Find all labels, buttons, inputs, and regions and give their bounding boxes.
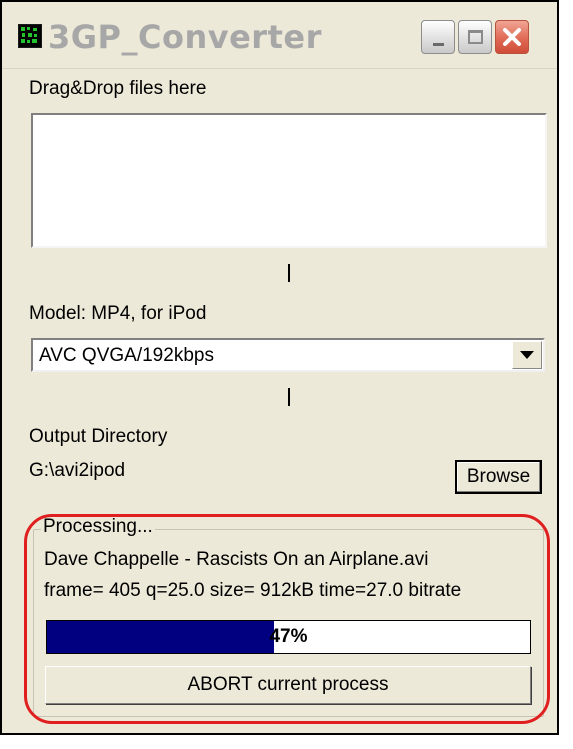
- app-icon: [18, 24, 42, 48]
- dropzone-label: Drag&Drop files here: [29, 78, 207, 99]
- maximize-icon: [467, 30, 483, 44]
- minimize-icon: [432, 42, 444, 46]
- app-window: 3GP_Converter Drag&Drop files here Model…: [0, 0, 559, 735]
- format-select-value: AVC QVGA/192kbps: [39, 345, 214, 366]
- format-select[interactable]: AVC QVGA/192kbps: [31, 338, 545, 372]
- separator-tick: [288, 388, 290, 406]
- window-title: 3GP_Converter: [48, 18, 322, 56]
- processing-status-line: frame= 405 q=25.0 size= 912kB time=27.0 …: [44, 580, 462, 601]
- minimize-button[interactable]: [421, 20, 455, 54]
- close-button[interactable]: [495, 20, 529, 54]
- output-directory-path: G:\avi2ipod: [29, 460, 126, 481]
- maximize-button[interactable]: [458, 20, 492, 54]
- title-bar[interactable]: 3GP_Converter: [2, 2, 557, 69]
- abort-button[interactable]: ABORT current process: [45, 666, 531, 704]
- processing-filename: Dave Chappelle - Rascists On an Airplane…: [44, 549, 429, 570]
- separator-tick: [288, 264, 290, 282]
- chevron-down-icon: [520, 350, 534, 359]
- close-icon: [503, 28, 521, 46]
- model-label: Model: MP4, for iPod: [29, 303, 207, 324]
- progress-bar: 47%: [46, 620, 531, 654]
- browse-button[interactable]: Browse: [455, 460, 542, 494]
- processing-group-label: Processing...: [41, 516, 155, 538]
- file-drop-zone[interactable]: [31, 113, 547, 248]
- dropdown-arrow-button[interactable]: [512, 341, 542, 369]
- progress-percent: 47%: [269, 626, 308, 647]
- output-directory-label: Output Directory: [29, 426, 168, 447]
